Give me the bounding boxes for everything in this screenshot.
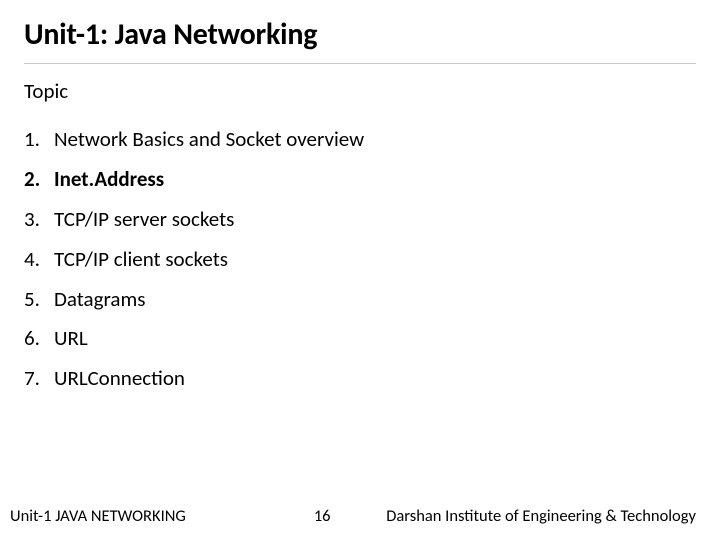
page-title: Unit-1: Java Networking xyxy=(24,16,696,64)
topic-text: URLConnection xyxy=(54,359,185,399)
topic-number: 7. xyxy=(24,359,54,399)
topic-text: Network Basics and Socket overview xyxy=(54,120,364,160)
topic-number: 5. xyxy=(24,280,54,320)
list-item: 1. Network Basics and Socket overview xyxy=(24,120,696,160)
topic-number: 2. xyxy=(24,160,54,200)
topic-text: TCP/IP server sockets xyxy=(54,200,234,240)
list-item: 2. Inet.Address xyxy=(24,160,696,200)
section-label: Topic xyxy=(24,78,696,104)
topic-text: Inet.Address xyxy=(54,160,164,200)
footer: Unit-1 JAVA NETWORKING 16 Darshan Instit… xyxy=(0,506,720,526)
list-item: 3. TCP/IP server sockets xyxy=(24,200,696,240)
topic-number: 6. xyxy=(24,319,54,359)
topic-text: URL xyxy=(54,319,88,359)
topic-text: Datagrams xyxy=(54,280,145,320)
list-item: 4. TCP/IP client sockets xyxy=(24,240,696,280)
page-number: 16 xyxy=(314,506,331,526)
topic-text: TCP/IP client sockets xyxy=(54,240,228,280)
topic-list: 1. Network Basics and Socket overview 2.… xyxy=(24,120,696,399)
slide: Unit-1: Java Networking Topic 1. Network… xyxy=(0,0,720,540)
list-item: 7. URLConnection xyxy=(24,359,696,399)
footer-right: Darshan Institute of Engineering & Techn… xyxy=(331,506,696,526)
list-item: 6. URL xyxy=(24,319,696,359)
topic-number: 4. xyxy=(24,240,54,280)
topic-number: 3. xyxy=(24,200,54,240)
list-item: 5. Datagrams xyxy=(24,280,696,320)
topic-number: 1. xyxy=(24,120,54,160)
footer-left: Unit-1 JAVA NETWORKING xyxy=(10,506,186,526)
